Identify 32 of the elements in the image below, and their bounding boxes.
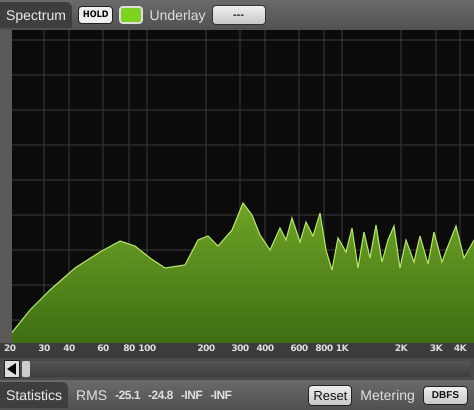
metering-label: Metering [360,387,415,403]
frequency-label: 40 [63,344,75,354]
frequency-label: 60 [97,344,109,354]
frequency-label: 400 [256,344,274,354]
rms-label: RMS [76,387,108,403]
underlay-label: Underlay [149,7,206,23]
rms-value: -INF [180,388,202,402]
frequency-label: 200 [197,344,215,354]
left-arrow-icon [7,363,17,375]
statistics-title: Statistics [0,382,68,408]
reset-button[interactable]: Reset [308,384,352,406]
frequency-label: 80 [123,344,135,354]
scroll-left-button[interactable] [4,360,20,378]
metering-button[interactable]: DBFS [422,386,468,404]
hold-button[interactable]: HOLD [78,6,114,24]
rms-value: -24.8 [148,388,173,402]
frequency-label: 3K [430,344,442,354]
scrollbar-thumb[interactable] [22,361,30,377]
frequency-label: 800 [315,344,333,354]
hold-indicator-button[interactable] [119,6,144,24]
frequency-label: 20 [4,344,16,354]
frequency-label: 2K [394,344,408,354]
underlay-button[interactable]: --- [212,5,266,25]
rms-value: -25.1 [115,388,140,402]
frequency-label: 300 [231,344,249,354]
frequency-label: 4K [454,344,466,354]
frequency-label: 30 [38,344,50,354]
frequency-label: 100 [138,344,156,354]
frequency-label: 600 [290,344,308,354]
rms-value: -INF [210,388,232,402]
frequency-label: 1K [336,344,348,354]
panel-title: Spectrum [0,2,72,28]
